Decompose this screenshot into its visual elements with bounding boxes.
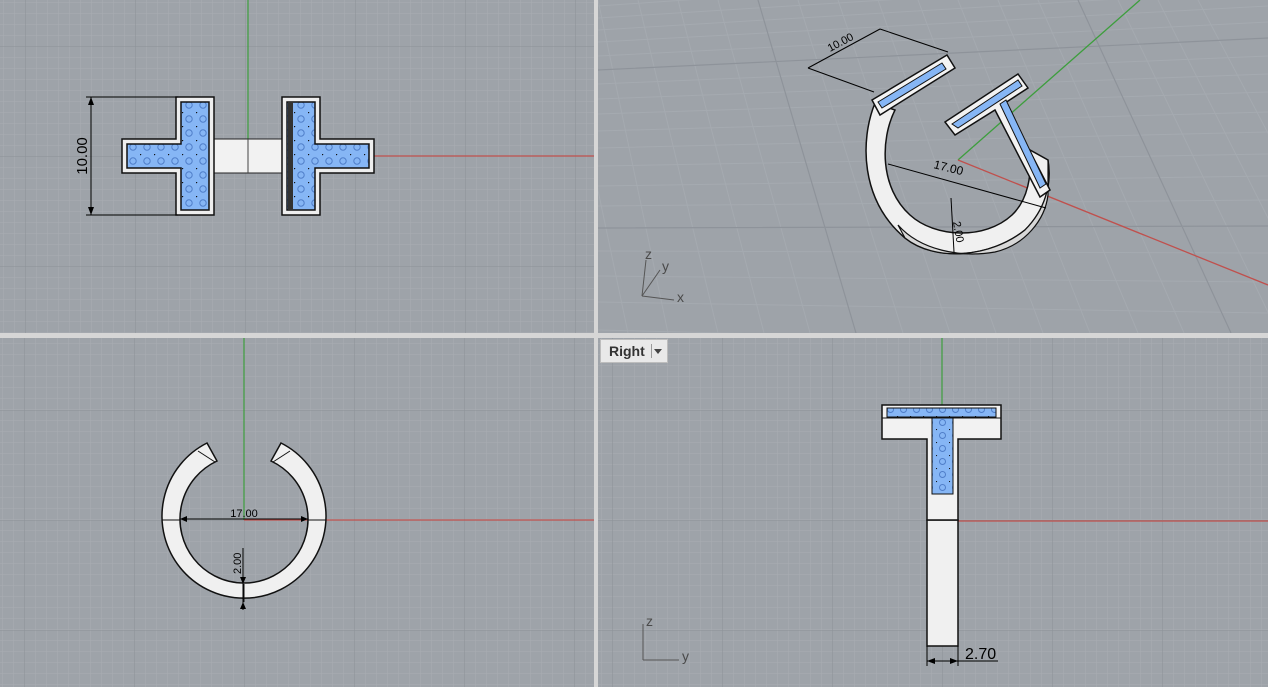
- axis-z-label: z: [646, 613, 653, 629]
- axis-gnomon: [641, 259, 675, 301]
- axis-x-label: x: [677, 289, 684, 305]
- front-view-canvas[interactable]: 17.00 2.00: [0, 338, 594, 687]
- viewport-top[interactable]: 10.00: [0, 0, 594, 333]
- viewport-title-right[interactable]: Right: [600, 339, 668, 363]
- viewport-menu-dropdown-icon[interactable]: [650, 344, 664, 358]
- viewport-front[interactable]: 17.00 2.00: [0, 338, 594, 687]
- axis-y-label: y: [662, 258, 669, 274]
- perspective-view-canvas[interactable]: 10.00 17.00 2.00 z y x: [598, 0, 1268, 333]
- viewport-right[interactable]: 2.70 z y Right: [598, 338, 1268, 687]
- width-dimension-text: 2.70: [965, 646, 996, 663]
- top-view-canvas[interactable]: 10.00: [0, 0, 594, 333]
- height-dimension-text: 10.00: [74, 137, 91, 175]
- right-view-canvas[interactable]: 2.70 z y: [598, 338, 1268, 687]
- width-dimension-text: 10.00: [826, 31, 856, 55]
- diameter-dimension-text: 17.00: [230, 508, 258, 520]
- viewport-perspective[interactable]: 10.00 17.00 2.00 z y x: [598, 0, 1268, 333]
- axis-y-label: y: [682, 648, 689, 664]
- thickness-dimension-text: 2.00: [232, 553, 244, 574]
- viewport-title-text: Right: [609, 343, 645, 359]
- axis-z-label: z: [645, 246, 652, 262]
